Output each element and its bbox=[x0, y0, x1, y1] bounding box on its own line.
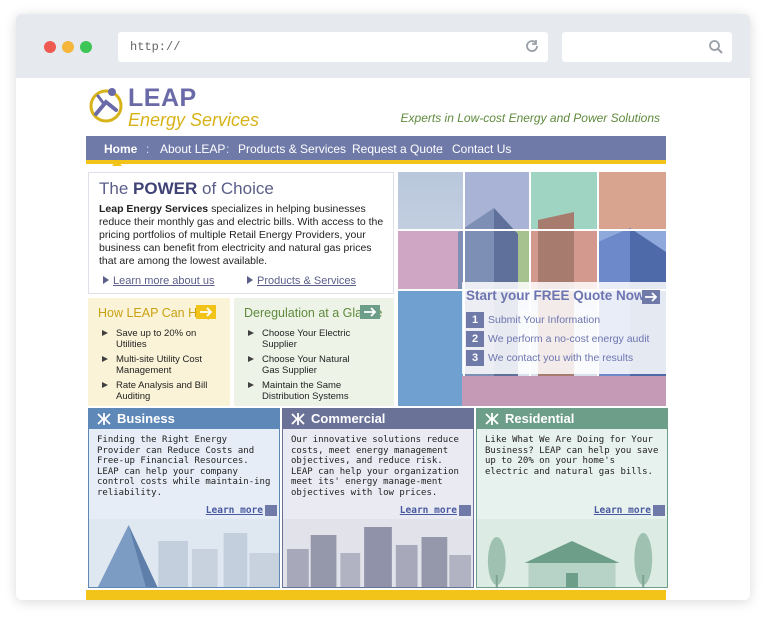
learn-more-link[interactable]: Learn more bbox=[400, 505, 457, 516]
residential-card: Residential Like What We Are Doing for Y… bbox=[476, 408, 668, 588]
nav-separator: : bbox=[440, 142, 444, 156]
title-post: of Choice bbox=[197, 179, 274, 198]
card-description: Our innovative solutions reduce costs, m… bbox=[291, 435, 459, 498]
site-logo[interactable]: LEAP Energy Services bbox=[88, 82, 268, 134]
arrow-right-icon[interactable] bbox=[196, 305, 216, 319]
business-card: Business Finding the Right Energy Provid… bbox=[88, 408, 280, 588]
learn-more-link[interactable]: Learn more bbox=[594, 505, 651, 516]
search-icon[interactable] bbox=[708, 39, 724, 55]
step-label: We perform a no-cost energy audit bbox=[488, 333, 650, 345]
close-window-button[interactable] bbox=[44, 41, 56, 53]
learn-more-about-link[interactable]: Learn more about us bbox=[103, 275, 215, 287]
browser-window: http:// LEAP Energy Services Experts in … bbox=[16, 14, 750, 600]
step-number: 3 bbox=[466, 350, 484, 366]
link-label: Learn more about us bbox=[113, 275, 215, 287]
address-bar[interactable]: http:// bbox=[118, 32, 548, 62]
brand-name: LEAP bbox=[128, 84, 197, 112]
nav-separator: : bbox=[146, 142, 150, 156]
how-leap-can-help-box: How LEAP Can Help Save up to 20% on Util… bbox=[88, 298, 230, 406]
step-label: We contact you with the results bbox=[488, 352, 634, 364]
address-text[interactable]: http:// bbox=[130, 40, 180, 54]
power-spark-icon bbox=[97, 413, 111, 425]
list-item: Choose Your Natural Gas Supplier bbox=[248, 354, 358, 376]
nav-quote[interactable]: Request a Quote bbox=[352, 142, 443, 156]
power-spark-icon bbox=[485, 413, 499, 425]
dereg-list: Choose Your Electric Supplier Choose You… bbox=[248, 328, 358, 406]
nav-contact[interactable]: Contact Us bbox=[452, 142, 511, 156]
hero-image: Start your FREE Quote Now 1 Submit Your … bbox=[398, 172, 666, 406]
step-label: Submit Your Information bbox=[488, 314, 601, 326]
tagline: Experts in Low-cost Energy and Power Sol… bbox=[400, 111, 660, 125]
nav-about[interactable]: About LEAP bbox=[160, 142, 225, 156]
step-number: 2 bbox=[466, 331, 484, 347]
maximize-window-button[interactable] bbox=[80, 41, 92, 53]
deregulation-box: Deregulation at a Glance Choose Your Ele… bbox=[234, 298, 394, 406]
main-nav: Home : About LEAP : Products & Services … bbox=[86, 136, 666, 166]
link-label: Products & Services bbox=[257, 275, 357, 287]
card-title: Commercial bbox=[311, 411, 386, 426]
arrow-right-icon[interactable] bbox=[360, 305, 380, 319]
power-description: Leap Energy Services specializes in help… bbox=[99, 203, 389, 268]
house-illustration bbox=[477, 519, 667, 587]
office-building-illustration bbox=[89, 519, 279, 587]
brand-subtitle: Energy Services bbox=[128, 110, 260, 130]
card-header[interactable]: Commercial bbox=[283, 409, 473, 429]
nav-products[interactable]: Products & Services bbox=[238, 142, 346, 156]
nav-separator: : bbox=[226, 142, 230, 156]
minimize-window-button[interactable] bbox=[62, 41, 74, 53]
list-item: Multi-site Utility Cost Management bbox=[102, 354, 212, 376]
power-lead: Leap Energy Services bbox=[99, 203, 209, 215]
arrow-right-icon[interactable] bbox=[653, 505, 665, 516]
card-header[interactable]: Residential bbox=[477, 409, 667, 429]
quote-step-1[interactable]: 1 Submit Your Information bbox=[466, 312, 601, 328]
card-title: Business bbox=[117, 411, 175, 426]
reload-icon[interactable] bbox=[524, 38, 540, 54]
title-emphasis: POWER bbox=[133, 179, 198, 198]
triangle-icon bbox=[103, 276, 109, 284]
quote-step-2[interactable]: 2 We perform a no-cost energy audit bbox=[466, 331, 650, 347]
active-nav-indicator bbox=[112, 160, 122, 166]
city-skyline-illustration bbox=[283, 519, 473, 587]
quote-step-3[interactable]: 3 We contact you with the results bbox=[466, 350, 634, 366]
web-page: LEAP Energy Services Experts in Low-cost… bbox=[86, 78, 668, 600]
list-item: Rate Analysis and Bill Auditing bbox=[102, 380, 212, 402]
arrow-right-icon[interactable] bbox=[642, 290, 660, 304]
card-description: Like What We Are Doing for Your Business… bbox=[485, 435, 659, 477]
arrow-right-icon[interactable] bbox=[459, 505, 471, 516]
search-bar[interactable] bbox=[562, 32, 732, 62]
quote-title[interactable]: Start your FREE Quote Now bbox=[466, 288, 645, 303]
triangle-icon bbox=[247, 276, 253, 284]
footer-bar bbox=[86, 590, 666, 600]
commercial-card: Commercial Our innovative solutions redu… bbox=[282, 408, 474, 588]
nav-separator: : bbox=[340, 142, 344, 156]
card-header[interactable]: Business bbox=[89, 409, 279, 429]
learn-more-link[interactable]: Learn more bbox=[206, 505, 263, 516]
leap-figure-icon bbox=[89, 88, 123, 123]
power-spark-icon bbox=[291, 413, 305, 425]
nav-home[interactable]: Home bbox=[104, 142, 137, 156]
free-quote-panel[interactable]: Start your FREE Quote Now 1 Submit Your … bbox=[462, 282, 666, 374]
arrow-right-icon[interactable] bbox=[265, 505, 277, 516]
power-of-choice-panel: The POWER of Choice Leap Energy Services… bbox=[88, 172, 394, 294]
list-item: Save up to 20% on Utilities bbox=[102, 328, 212, 350]
power-title: The POWER of Choice bbox=[99, 179, 274, 199]
step-number: 1 bbox=[466, 312, 484, 328]
list-item: Maintain the Same Distribution Systems bbox=[248, 380, 358, 402]
products-services-link[interactable]: Products & Services bbox=[247, 275, 356, 287]
browser-chrome: http:// bbox=[16, 14, 750, 78]
card-title: Residential bbox=[505, 411, 575, 426]
list-item: Choose Your Electric Supplier bbox=[248, 328, 358, 350]
help-list: Save up to 20% on Utilities Multi-site U… bbox=[102, 328, 212, 406]
card-description: Finding the Right Energy Provider can Re… bbox=[97, 435, 271, 498]
title-pre: The bbox=[99, 179, 134, 198]
